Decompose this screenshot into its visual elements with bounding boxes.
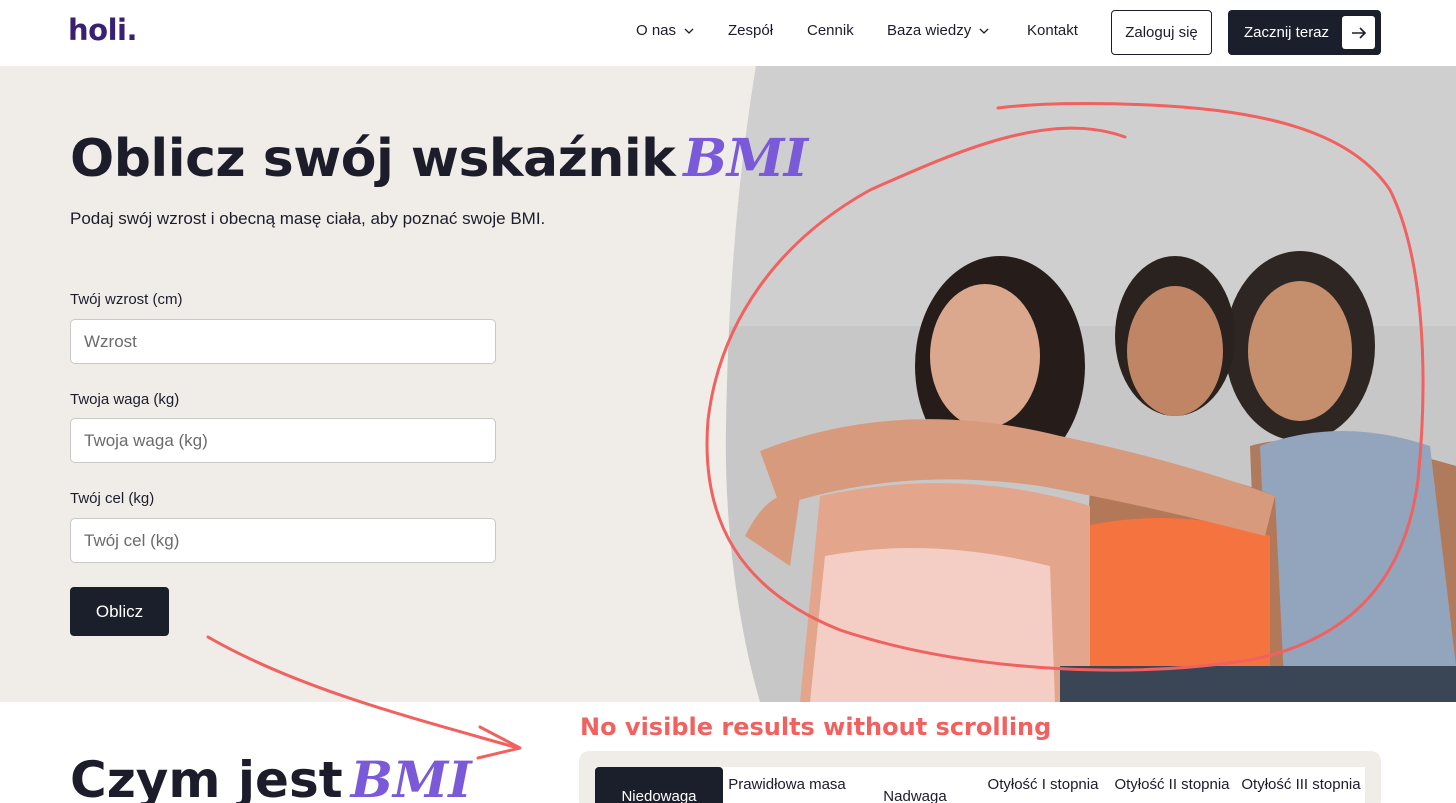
nav-item-kontakt[interactable]: Kontakt bbox=[1027, 22, 1078, 39]
nav-item-o-nas[interactable]: O nas bbox=[636, 22, 694, 39]
top-navigation: holi. O nas Zespół Cennik Baza wiedzy Ko… bbox=[0, 0, 1456, 66]
login-button[interactable]: Zaloguj się bbox=[1111, 10, 1212, 55]
section-title-text: Czym jest bbox=[70, 751, 343, 803]
page-title: Oblicz swój wskaźnik BMI bbox=[70, 128, 808, 189]
goal-label: Twój cel (kg) bbox=[70, 490, 155, 507]
height-label: Twój wzrost (cm) bbox=[70, 291, 183, 308]
chevron-down-icon bbox=[979, 28, 989, 34]
page-title-accent: BMI bbox=[683, 128, 808, 189]
nav-item-label: Zespół bbox=[728, 22, 774, 39]
page-subtitle: Podaj swój wzrost i obecną masę ciała, a… bbox=[70, 209, 546, 228]
tabs-row: Niedowaga Prawidłowa masa Nadwaga Otyłoś… bbox=[595, 767, 1365, 803]
section-title-accent: BMI bbox=[350, 750, 472, 803]
tab-otylosc-1[interactable]: Otyłość I stopnia bbox=[979, 767, 1107, 803]
nav-item-label: Cennik bbox=[807, 22, 854, 39]
chevron-down-icon bbox=[684, 28, 694, 34]
tab-nadwaga[interactable]: Nadwaga bbox=[851, 767, 979, 803]
tab-otylosc-2[interactable]: Otyłość II stopnia bbox=[1107, 767, 1237, 803]
goal-input[interactable] bbox=[70, 518, 496, 563]
tab-niedowaga[interactable]: Niedowaga bbox=[595, 767, 723, 803]
start-now-label: Zacznij teraz bbox=[1244, 24, 1330, 41]
annotation-note: No visible results without scrolling bbox=[580, 713, 1052, 741]
height-input[interactable] bbox=[70, 319, 496, 364]
start-now-button[interactable]: Zacznij teraz bbox=[1228, 10, 1381, 55]
holi-logo[interactable]: holi. bbox=[68, 13, 137, 47]
nav-item-cennik[interactable]: Cennik bbox=[807, 22, 854, 39]
nav-item-zespol[interactable]: Zespół bbox=[728, 22, 773, 39]
annotation-arrowhead bbox=[476, 725, 522, 760]
nav-item-label: Kontakt bbox=[1027, 22, 1078, 39]
bmi-category-tabs: Niedowaga Prawidłowa masa Nadwaga Otyłoś… bbox=[579, 751, 1381, 803]
nav-item-label: O nas bbox=[636, 22, 677, 39]
nav-item-label: Baza wiedzy bbox=[887, 22, 972, 39]
bmi-hero-section: Oblicz swój wskaźnik BMI Podaj swój wzros… bbox=[0, 66, 1456, 702]
tab-prawidlowa-masa[interactable]: Prawidłowa masa bbox=[723, 767, 851, 803]
arrow-right-icon bbox=[1342, 16, 1375, 49]
weight-label: Twoja waga (kg) bbox=[70, 391, 180, 408]
nav-item-baza-wiedzy[interactable]: Baza wiedzy bbox=[887, 22, 989, 39]
tab-otylosc-3[interactable]: Otyłość III stopnia bbox=[1237, 767, 1365, 803]
weight-input[interactable] bbox=[70, 418, 496, 463]
calculate-button[interactable]: Oblicz bbox=[70, 587, 169, 636]
page-title-text: Oblicz swój wskaźnik bbox=[70, 129, 676, 189]
section-title: Czym jest BMI bbox=[70, 750, 472, 803]
